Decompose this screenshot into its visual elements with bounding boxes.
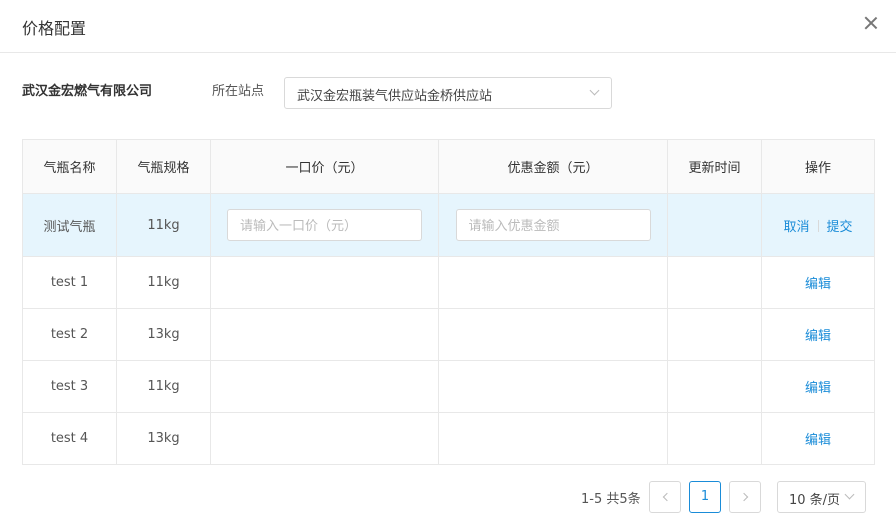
prev-page-button[interactable]: [649, 481, 681, 513]
cell-discount: [438, 412, 668, 465]
station-label: 所在站点: [212, 84, 265, 99]
cell-spec: 13kg: [116, 412, 211, 465]
station-select[interactable]: 武汉金宏瓶装气供应站金桥供应站: [284, 77, 612, 109]
table-row: test 2 13kg 编辑: [22, 308, 875, 361]
edit-button[interactable]: 编辑: [805, 329, 831, 344]
page-size-value: 10 条/页: [789, 493, 841, 508]
cell-price: [210, 308, 439, 361]
close-icon[interactable]: [864, 16, 878, 30]
discount-input[interactable]: [455, 209, 651, 241]
chevron-left-icon: [662, 492, 671, 502]
column-header-actions: 操作: [761, 139, 875, 194]
cell-spec: 11kg: [116, 256, 211, 309]
pagination-total: 1-5 共5条: [581, 492, 641, 507]
cell-name: test 2: [22, 308, 117, 361]
station-select-value: 武汉金宏瓶装气供应站金桥供应站: [297, 89, 493, 104]
next-page-button[interactable]: [729, 481, 761, 513]
cell-actions: 编辑: [761, 360, 875, 413]
column-header-update-time: 更新时间: [667, 139, 762, 194]
cell-actions: 编辑: [761, 308, 875, 361]
submit-button[interactable]: 提交: [827, 220, 853, 235]
chevron-down-icon: [844, 489, 855, 500]
cell-actions: 编辑: [761, 256, 875, 309]
table-row-editing: 测试气瓶 11kg 取消 提交: [22, 193, 875, 257]
cell-name: 测试气瓶: [22, 193, 117, 257]
cell-update-time: [667, 256, 762, 309]
cell-actions: 编辑: [761, 412, 875, 465]
cell-spec: 13kg: [116, 308, 211, 361]
chevron-down-icon: [589, 85, 600, 96]
table-row: test 1 11kg 编辑: [22, 256, 875, 309]
cell-spec: 11kg: [116, 360, 211, 413]
cancel-button[interactable]: 取消: [783, 220, 809, 235]
cell-update-time: [667, 193, 762, 257]
cell-price: [210, 412, 439, 465]
cell-price: [210, 360, 439, 413]
table-row: test 3 11kg 编辑: [22, 360, 875, 413]
edit-button[interactable]: 编辑: [805, 433, 831, 448]
column-header-price: 一口价（元）: [210, 139, 439, 194]
page-number-button[interactable]: 1: [689, 481, 721, 513]
cell-name: test 1: [22, 256, 117, 309]
cell-actions: 取消 提交: [761, 193, 875, 257]
edit-button[interactable]: 编辑: [805, 277, 831, 292]
cell-price: [210, 193, 439, 257]
cell-update-time: [667, 412, 762, 465]
page-size-select[interactable]: 10 条/页: [777, 481, 866, 513]
cell-spec: 11kg: [116, 193, 211, 257]
company-name: 武汉金宏燃气有限公司: [22, 84, 153, 99]
price-input[interactable]: [227, 209, 422, 241]
cell-discount: [438, 360, 668, 413]
chevron-right-icon: [739, 492, 748, 502]
cell-update-time: [667, 360, 762, 413]
cell-discount: [438, 256, 668, 309]
column-header-name: 气瓶名称: [22, 139, 117, 194]
table-header-row: 气瓶名称 气瓶规格 一口价（元） 优惠金额（元） 更新时间 操作: [22, 139, 875, 194]
pagination: 1-5 共5条 1 10 条/页: [0, 481, 896, 513]
cell-name: test 4: [22, 412, 117, 465]
column-header-spec: 气瓶规格: [116, 139, 211, 194]
cell-discount: [438, 193, 668, 257]
dialog-header: 价格配置: [0, 0, 896, 53]
action-divider: [817, 219, 819, 232]
cell-discount: [438, 308, 668, 361]
price-table: 气瓶名称 气瓶规格 一口价（元） 优惠金额（元） 更新时间 操作 测试气瓶 11…: [22, 139, 875, 465]
cell-update-time: [667, 308, 762, 361]
column-header-discount: 优惠金额（元）: [438, 139, 668, 194]
cell-name: test 3: [22, 360, 117, 413]
edit-button[interactable]: 编辑: [805, 381, 831, 396]
table-row: test 4 13kg 编辑: [22, 412, 875, 465]
dialog-title: 价格配置: [22, 19, 87, 38]
cell-price: [210, 256, 439, 309]
